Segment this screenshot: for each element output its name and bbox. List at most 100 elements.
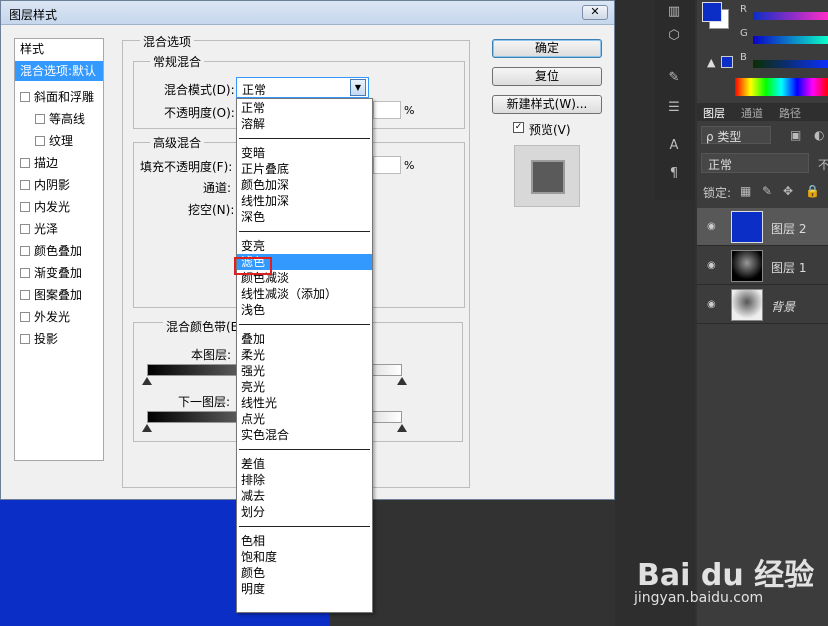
lock-move-icon[interactable]: ✥	[783, 184, 793, 198]
blend-mode-select[interactable]: 正常 ▼	[236, 77, 369, 98]
preview-checkbox[interactable]: ✓	[513, 122, 524, 133]
menu-separator	[239, 138, 370, 139]
lock-transparent-icon[interactable]: ▦	[740, 184, 751, 198]
blend-mode-option[interactable]: 色相	[237, 533, 372, 549]
style-checkbox[interactable]	[20, 312, 30, 322]
style-list-item[interactable]: 颜色叠加	[15, 241, 103, 261]
layer-row-background[interactable]: ◉ 背景	[697, 286, 828, 324]
style-list-item[interactable]: 等高线	[15, 109, 103, 129]
underlying-black-slider[interactable]	[142, 424, 152, 432]
blend-mode-option[interactable]: 排除	[237, 472, 372, 488]
style-list-item[interactable]: 渐变叠加	[15, 263, 103, 283]
style-list-item[interactable]: 图案叠加	[15, 285, 103, 305]
style-checkbox[interactable]	[20, 224, 30, 234]
style-list-item[interactable]: 内发光	[15, 197, 103, 217]
layer-filter-select[interactable]: ρ 类型	[701, 126, 771, 144]
ok-button[interactable]: 确定	[492, 39, 602, 58]
blend-mode-option[interactable]: 点光	[237, 411, 372, 427]
lock-all-icon[interactable]: 🔒	[805, 184, 820, 198]
character-icon[interactable]: A	[666, 138, 682, 154]
blend-mode-option[interactable]: 深色	[237, 209, 372, 225]
style-checkbox[interactable]	[20, 158, 30, 168]
blend-mode-option[interactable]: 差值	[237, 456, 372, 472]
style-list-item[interactable]: 描边	[15, 153, 103, 173]
blend-mode-option[interactable]: 叠加	[237, 331, 372, 347]
paragraph-icon[interactable]: ¶	[666, 166, 682, 182]
this-layer-white-slider[interactable]	[397, 377, 407, 385]
style-list-label: 光泽	[34, 222, 59, 236]
blend-mode-option[interactable]: 减去	[237, 488, 372, 504]
image-filter-icon[interactable]: ▣	[790, 128, 801, 142]
eye-icon[interactable]: ◉	[707, 260, 716, 271]
style-checkbox[interactable]	[20, 92, 30, 102]
tab-channels[interactable]: 通道	[741, 105, 763, 121]
blend-if-label: 混合颜色带(E	[163, 318, 242, 335]
blend-mode-option[interactable]: 线性加深	[237, 193, 372, 209]
adjust-filter-icon[interactable]: ◐	[814, 128, 824, 142]
opacity-label: 不透明度(O):	[164, 106, 235, 120]
style-list-item[interactable]: 混合选项:默认	[15, 61, 103, 81]
style-list-label: 纹理	[49, 134, 74, 148]
blend-mode-option[interactable]: 划分	[237, 504, 372, 520]
style-list-item[interactable]: 投影	[15, 329, 103, 349]
blend-mode-option[interactable]: 溶解	[237, 116, 372, 132]
tab-layers[interactable]: 图层	[703, 105, 725, 121]
lock-paint-icon[interactable]: ✎	[762, 184, 772, 198]
style-checkbox[interactable]	[20, 180, 30, 190]
foreground-color-swatch[interactable]	[702, 2, 722, 22]
color-spectrum[interactable]	[735, 78, 828, 96]
close-button[interactable]: ✕	[582, 5, 608, 20]
cube-3d-icon[interactable]: ⬡	[666, 28, 682, 44]
preview-label: 预览(V)	[529, 123, 571, 137]
style-checkbox[interactable]	[20, 202, 30, 212]
tab-paths[interactable]: 路径	[779, 105, 801, 121]
channel-g-slider[interactable]	[753, 36, 828, 44]
blend-mode-option[interactable]: 正片叠底	[237, 161, 372, 177]
blend-mode-option[interactable]: 颜色加深	[237, 177, 372, 193]
menu-separator	[239, 231, 370, 232]
blend-mode-option[interactable]: 浅色	[237, 302, 372, 318]
blend-mode-option[interactable]: 线性减淡（添加）	[237, 286, 372, 302]
fill-opacity-input[interactable]	[373, 156, 401, 174]
style-list-item[interactable]: 外发光	[15, 307, 103, 327]
blend-mode-option[interactable]: 强光	[237, 363, 372, 379]
style-checkbox[interactable]	[35, 114, 45, 124]
eye-icon[interactable]: ◉	[707, 299, 716, 310]
blend-mode-option[interactable]: 线性光	[237, 395, 372, 411]
brush-icon[interactable]: ✎	[666, 70, 682, 86]
style-list-item[interactable]: 纹理	[15, 131, 103, 151]
style-checkbox[interactable]	[20, 246, 30, 256]
style-list-item[interactable]: 内阴影	[15, 175, 103, 195]
style-checkbox[interactable]	[20, 290, 30, 300]
underlying-white-slider[interactable]	[397, 424, 407, 432]
opacity-input[interactable]	[373, 101, 401, 119]
blend-mode-option[interactable]: 正常	[237, 100, 372, 116]
style-checkbox[interactable]	[35, 136, 45, 146]
this-layer-black-slider[interactable]	[142, 377, 152, 385]
chevron-down-icon[interactable]: ▼	[350, 79, 366, 96]
eye-icon[interactable]: ◉	[707, 221, 716, 232]
blend-mode-option[interactable]: 变暗	[237, 145, 372, 161]
channel-r-slider[interactable]	[753, 12, 828, 20]
layer-row-layer1[interactable]: ◉ 图层 1	[697, 247, 828, 285]
channel-b-slider[interactable]	[753, 60, 828, 68]
history-icon[interactable]: ▥	[666, 4, 682, 20]
style-list-item[interactable]: 斜面和浮雕	[15, 87, 103, 107]
adjustments-icon[interactable]: ☰	[666, 100, 682, 116]
layer-blend-mode-select[interactable]: 正常	[701, 153, 809, 173]
blend-mode-option[interactable]: 颜色	[237, 565, 372, 581]
blend-mode-option[interactable]: 明度	[237, 581, 372, 597]
new-style-button[interactable]: 新建样式(W)...	[492, 95, 602, 114]
style-list-item[interactable]: 样式	[15, 39, 103, 59]
blend-mode-option[interactable]: 变亮	[237, 238, 372, 254]
web-color-swatch[interactable]	[721, 56, 733, 68]
layer-row-layer2[interactable]: ◉ 图层 2	[697, 208, 828, 246]
blend-mode-option[interactable]: 实色混合	[237, 427, 372, 443]
blend-mode-option[interactable]: 柔光	[237, 347, 372, 363]
blend-mode-option[interactable]: 饱和度	[237, 549, 372, 565]
reset-button[interactable]: 复位	[492, 67, 602, 86]
style-checkbox[interactable]	[20, 334, 30, 344]
style-list-item[interactable]: 光泽	[15, 219, 103, 239]
blend-mode-option[interactable]: 亮光	[237, 379, 372, 395]
style-checkbox[interactable]	[20, 268, 30, 278]
